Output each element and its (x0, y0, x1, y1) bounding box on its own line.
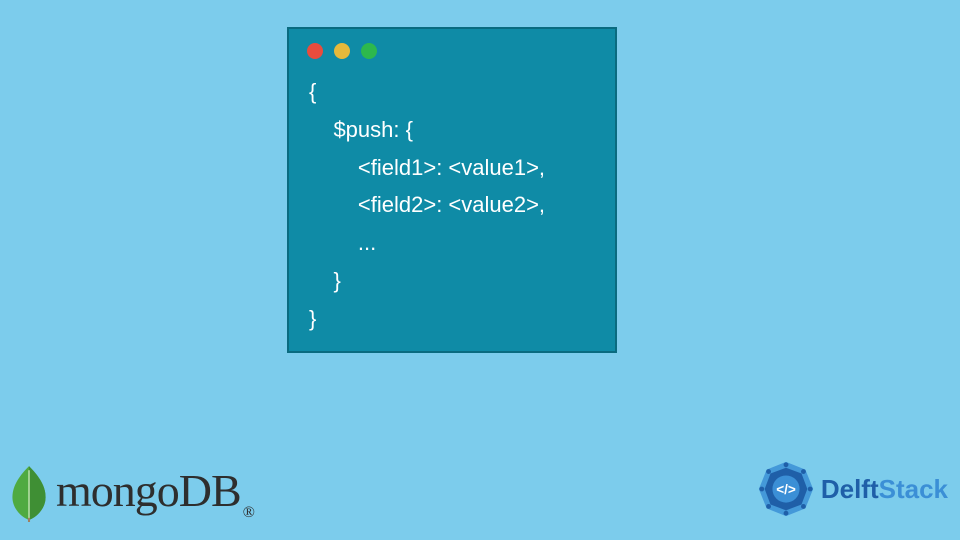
stack-text: Stack (879, 474, 948, 504)
code-window: { $push: { <field1>: <value1>, <field2>:… (287, 27, 617, 353)
registered-mark: ® (243, 504, 254, 521)
close-icon (307, 43, 323, 59)
svg-text:</>: </> (776, 482, 796, 497)
window-controls (289, 29, 615, 65)
delft-text: Delft (821, 474, 879, 504)
code-block: { $push: { <field1>: <value1>, <field2>:… (289, 65, 615, 338)
delftstack-logo: </> DelftStack (755, 458, 948, 520)
minimize-icon (334, 43, 350, 59)
delftstack-wordmark: DelftStack (821, 474, 948, 505)
code-badge-icon: </> (755, 458, 817, 520)
mongodb-logo: mongoDB® (8, 464, 254, 522)
leaf-icon (8, 464, 50, 522)
mongodb-wordmark: mongoDB® (56, 464, 254, 521)
mongodb-name: mongoDB (56, 465, 241, 516)
maximize-icon (361, 43, 377, 59)
